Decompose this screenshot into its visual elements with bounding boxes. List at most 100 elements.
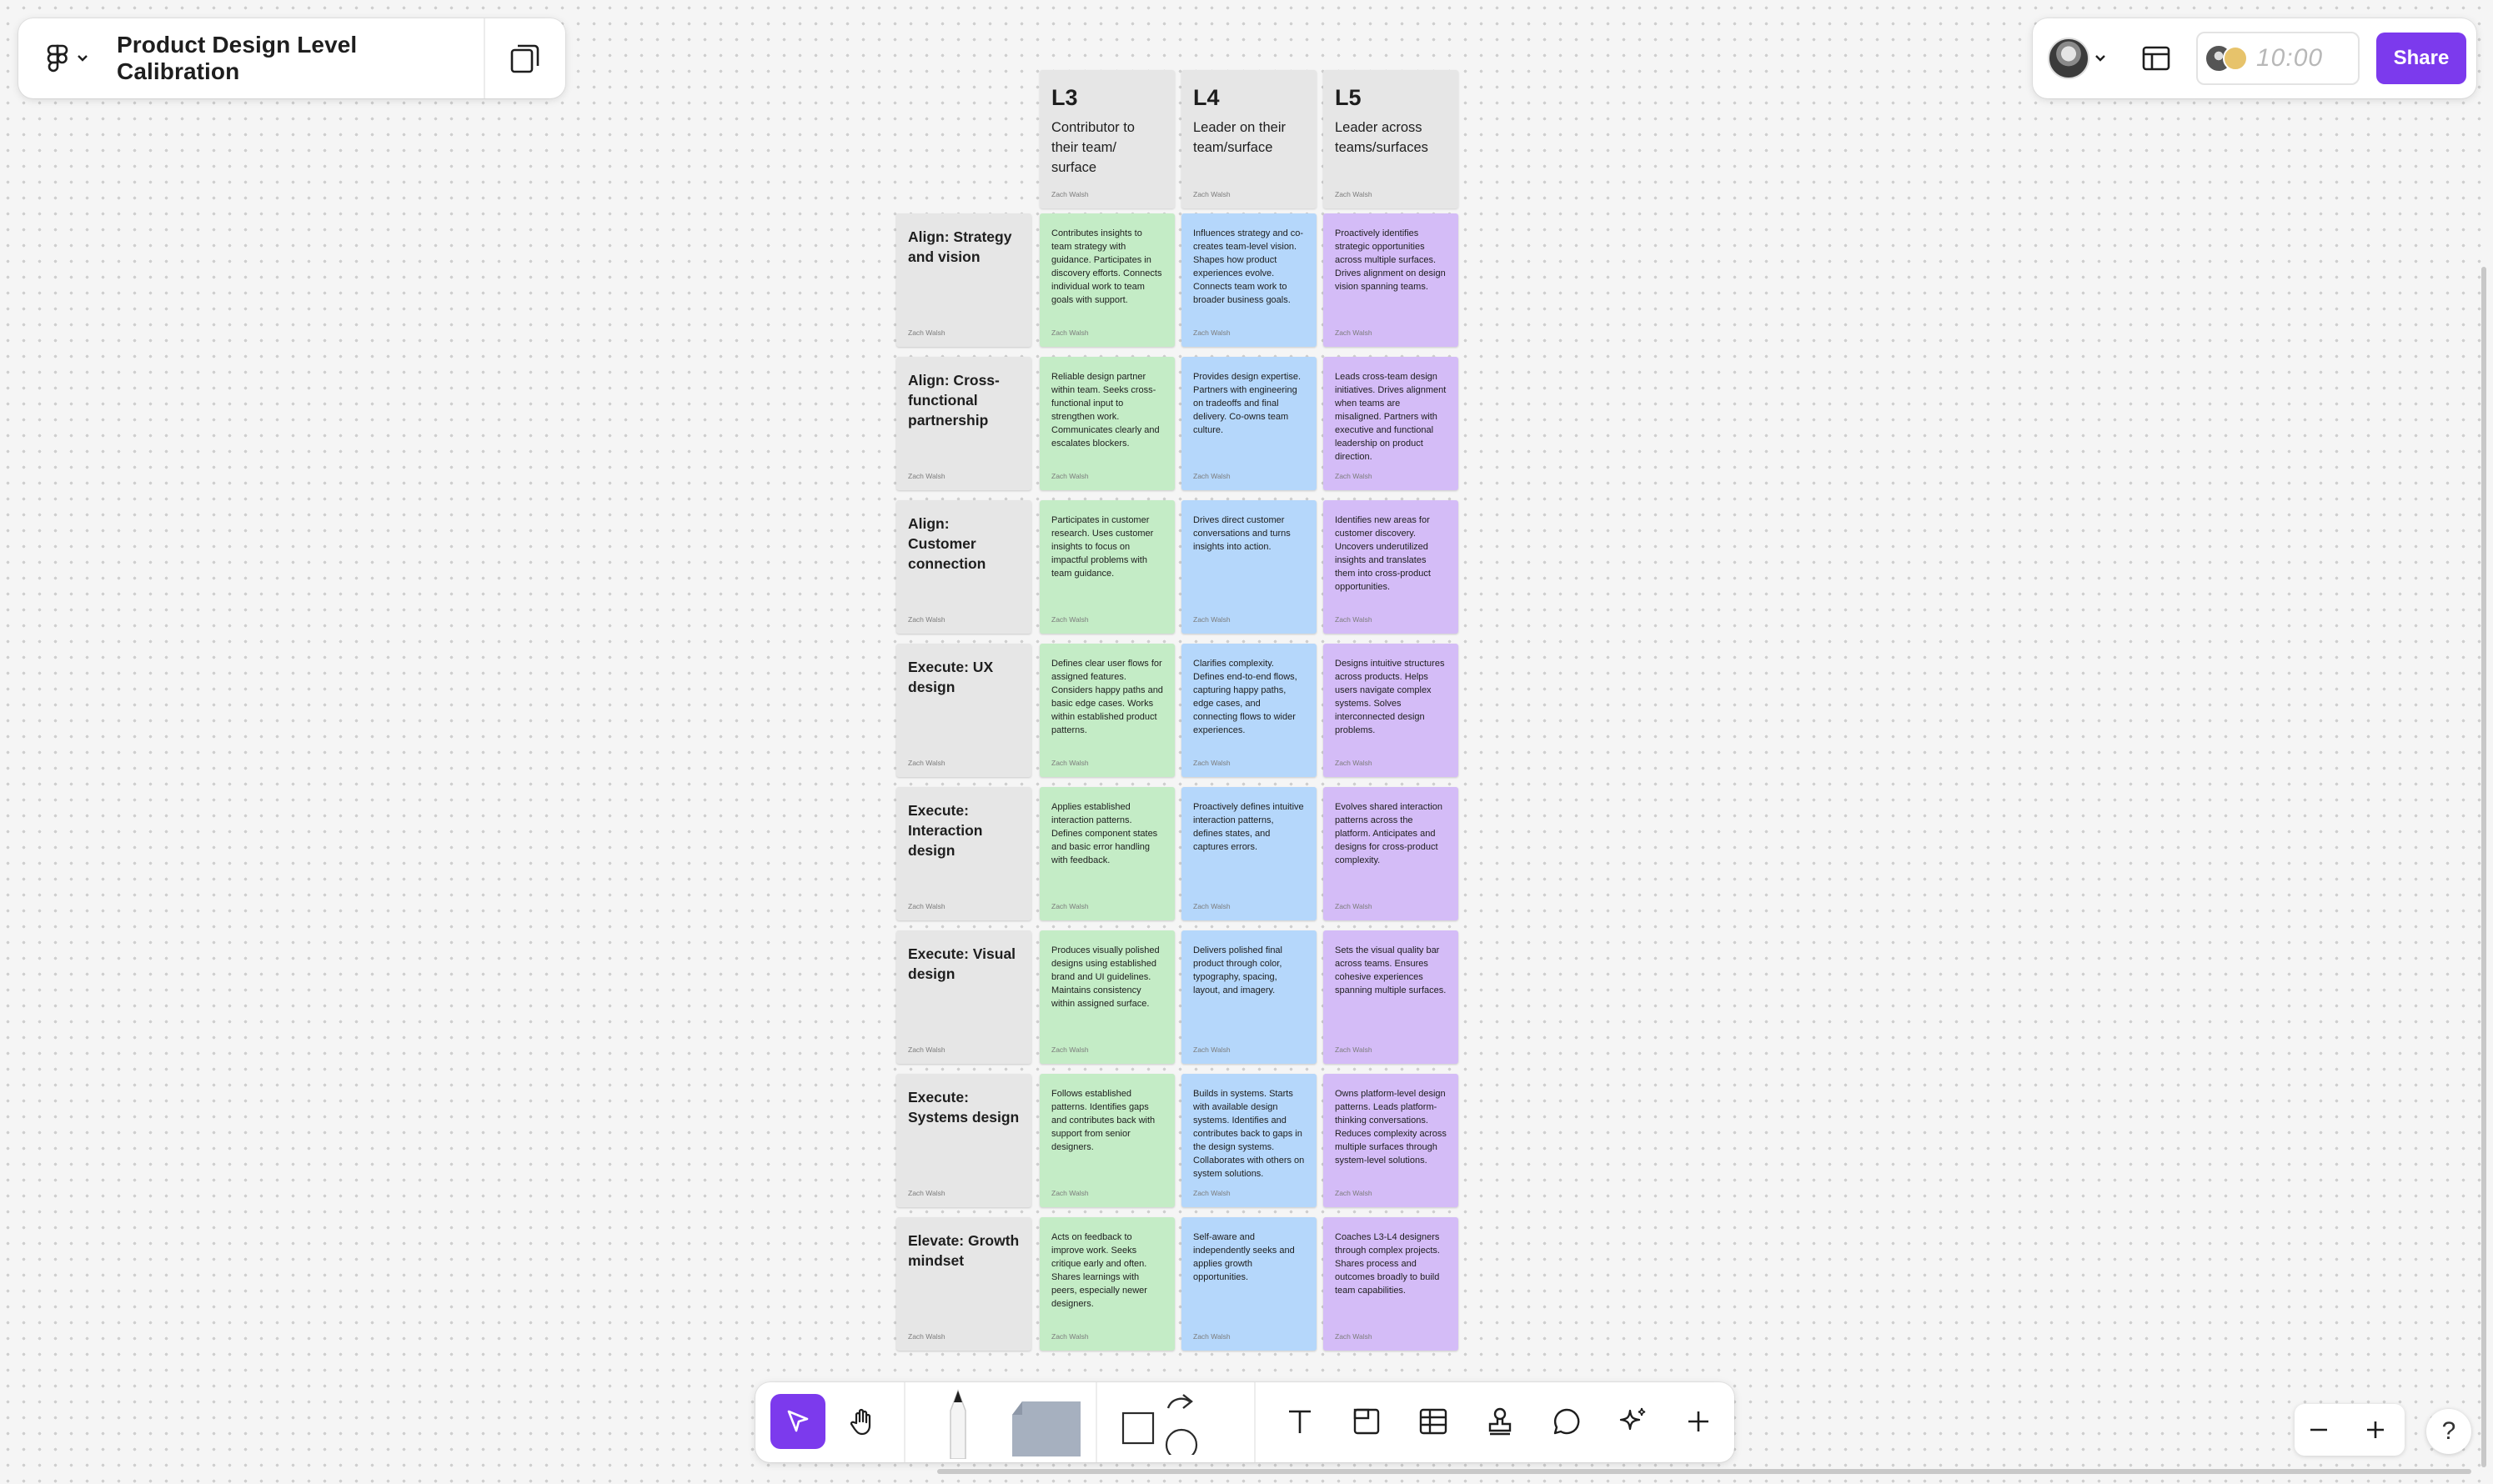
file-title[interactable]: Product Design Level Calibration (117, 32, 484, 85)
sticky-author: Zach Walsh (1335, 1332, 1372, 1341)
row-label: Execute: Systems design (908, 1089, 1020, 1126)
row-label: Align: Cross-functional partnership (908, 372, 1000, 429)
sticky-note-l3[interactable]: Applies established interaction patterns… (1040, 787, 1175, 920)
sticky-note-l4[interactable]: Delivers polished final product through … (1181, 930, 1317, 1064)
table-icon (1419, 1408, 1447, 1435)
column-header-l4[interactable]: L4 Leader on their team/surface Zach Walsh (1181, 70, 1317, 208)
sticky-note-l5[interactable]: Owns platform-level design patterns. Lea… (1323, 1074, 1458, 1207)
sticky-note-l4[interactable]: Proactively defines intuitive interactio… (1181, 787, 1317, 920)
sticky-note-l4[interactable]: Clarifies complexity. Defines end-to-end… (1181, 644, 1317, 777)
row-label-sticky[interactable]: Execute: Visual design Zach Walsh (896, 930, 1031, 1064)
shape-tool[interactable] (1112, 1394, 1201, 1455)
sticky-text: Contributes insights to team strategy wi… (1051, 228, 1162, 305)
user-menu-button[interactable] (2048, 38, 2106, 79)
help-button[interactable]: ? (2426, 1409, 2471, 1454)
pen-tool[interactable] (930, 1386, 986, 1461)
sticky-author: Zach Walsh (1193, 328, 1231, 337)
sticky-note-l3[interactable]: Contributes insights to team strategy wi… (1040, 213, 1175, 347)
column-header-l5[interactable]: L5 Leader across teams/surfaces Zach Walsh (1323, 70, 1458, 208)
sticky-author: Zach Walsh (908, 1045, 946, 1054)
sticky-text: Identifies new areas for customer discov… (1335, 515, 1431, 592)
sticky-author: Zach Walsh (908, 1189, 946, 1197)
sticky-note-l4[interactable]: Provides design expertise. Partners with… (1181, 357, 1317, 490)
pages-button[interactable] (485, 18, 565, 98)
sticky-text: Proactively identifies strategic opportu… (1335, 228, 1446, 292)
sticky-author: Zach Walsh (1335, 1045, 1372, 1054)
sticky-text: Defines clear user flows for assigned fe… (1051, 659, 1163, 735)
sticky-note-l5[interactable]: Leads cross-team design initiatives. Dri… (1323, 357, 1458, 490)
zoom-in-button[interactable] (2355, 1409, 2396, 1451)
row-label-sticky[interactable]: Execute: Systems design Zach Walsh (896, 1074, 1031, 1207)
sticky-author: Zach Walsh (1193, 615, 1231, 624)
move-tool[interactable] (770, 1394, 825, 1449)
horizontal-scrollbar[interactable] (937, 1469, 2471, 1474)
ai-sparkle-icon (1619, 1407, 1646, 1431)
sticky-author: Zach Walsh (1051, 1332, 1089, 1341)
sticky-author: Zach Walsh (908, 902, 946, 910)
sticky-note-l3[interactable]: Acts on feedback to improve work. Seeks … (1040, 1217, 1175, 1351)
row-label-sticky[interactable]: Align: Strategy and vision Zach Walsh (896, 213, 1031, 347)
sticky-text: Drives direct customer conversations and… (1193, 515, 1291, 552)
plus-icon (2367, 1421, 2384, 1438)
sticky-author: Zach Walsh (1335, 472, 1372, 480)
layout-button[interactable] (2134, 37, 2178, 80)
row-label: Execute: Visual design (908, 945, 1016, 982)
stamp-tool[interactable] (1472, 1394, 1527, 1449)
sticky-note-l5[interactable]: Coaches L3-L4 designers through complex … (1323, 1217, 1458, 1351)
sticky-note-l5[interactable]: Evolves shared interaction patterns acro… (1323, 787, 1458, 920)
sticky-note-l4[interactable]: Drives direct customer conversations and… (1181, 500, 1317, 634)
hand-tool[interactable] (835, 1394, 890, 1449)
sticky-note-l3[interactable]: Participates in customer research. Uses … (1040, 500, 1175, 634)
column-level: L4 (1193, 85, 1220, 110)
top-right-bar: 10:00 Share (2033, 18, 2476, 98)
marker-tool[interactable] (1006, 1386, 1084, 1461)
row-label: Execute: Interaction design (908, 802, 983, 859)
sticky-author: Zach Walsh (1335, 328, 1372, 337)
comment-tool[interactable] (1539, 1394, 1594, 1449)
sticky-note-l4[interactable]: Builds in systems. Starts with available… (1181, 1074, 1317, 1207)
table-tool[interactable] (1406, 1394, 1461, 1449)
ai-tool[interactable] (1606, 1394, 1661, 1449)
sticky-author: Zach Walsh (908, 759, 946, 767)
sticky-author: Zach Walsh (1193, 1332, 1231, 1341)
sticky-note-l5[interactable]: Identifies new areas for customer discov… (1323, 500, 1458, 634)
timer-button[interactable]: 10:00 (2196, 32, 2360, 85)
row-label-sticky[interactable]: Execute: Interaction design Zach Walsh (896, 787, 1031, 920)
move-icon (787, 1410, 809, 1432)
sticky-note-l3[interactable]: Produces visually polished designs using… (1040, 930, 1175, 1064)
more-tools-button[interactable] (1671, 1394, 1726, 1449)
shape-icon (1121, 1394, 1198, 1455)
pen-icon (950, 1388, 966, 1459)
chevron-down-icon (78, 55, 88, 62)
sticky-author: Zach Walsh (1335, 902, 1372, 910)
main-menu-button[interactable] (18, 44, 117, 73)
sticky-note-l5[interactable]: Sets the visual quality bar across teams… (1323, 930, 1458, 1064)
vertical-scrollbar[interactable] (2481, 267, 2486, 1467)
column-level: L5 (1335, 85, 1362, 110)
file-menu-bar: Product Design Level Calibration (18, 18, 565, 98)
sticky-note-l4[interactable]: Self-aware and independently seeks and a… (1181, 1217, 1317, 1351)
sticky-author: Zach Walsh (1051, 1189, 1089, 1197)
sticky-note-l3[interactable]: Defines clear user flows for assigned fe… (1040, 644, 1175, 777)
row-label-sticky[interactable]: Align: Customer connection Zach Walsh (896, 500, 1031, 634)
sticky-note-l4[interactable]: Influences strategy and co-creates team-… (1181, 213, 1317, 347)
sticky-author: Zach Walsh (1051, 902, 1089, 910)
column-header-l3[interactable]: L3 Contributor to their team/ surface Zach… (1040, 70, 1175, 208)
text-tool[interactable] (1272, 1394, 1327, 1449)
sticky-author: Zach Walsh (1335, 1189, 1372, 1197)
sticky-author: Zach Walsh (1051, 615, 1089, 624)
sticky-note-l5[interactable]: Designs intuitive structures across prod… (1323, 644, 1458, 777)
text-icon (1289, 1410, 1311, 1433)
zoom-controls (2295, 1404, 2405, 1456)
row-label-sticky[interactable]: Elevate: Growth mindset Zach Walsh (896, 1217, 1031, 1351)
column-description: Contributor to their team/ surface (1051, 120, 1135, 175)
sticky-note-l3[interactable]: Reliable design partner within team. See… (1040, 357, 1175, 490)
sticky-note-l3[interactable]: Follows established patterns. Identifies… (1040, 1074, 1175, 1207)
row-label-sticky[interactable]: Execute: UX design Zach Walsh (896, 644, 1031, 777)
share-button[interactable]: Share (2376, 33, 2466, 84)
sticky-text: Participates in customer research. Uses … (1051, 515, 1154, 579)
section-tool[interactable] (1339, 1394, 1394, 1449)
sticky-note-l5[interactable]: Proactively identifies strategic opportu… (1323, 213, 1458, 347)
row-label-sticky[interactable]: Align: Cross-functional partnership Zach … (896, 357, 1031, 490)
zoom-out-button[interactable] (2298, 1409, 2340, 1451)
